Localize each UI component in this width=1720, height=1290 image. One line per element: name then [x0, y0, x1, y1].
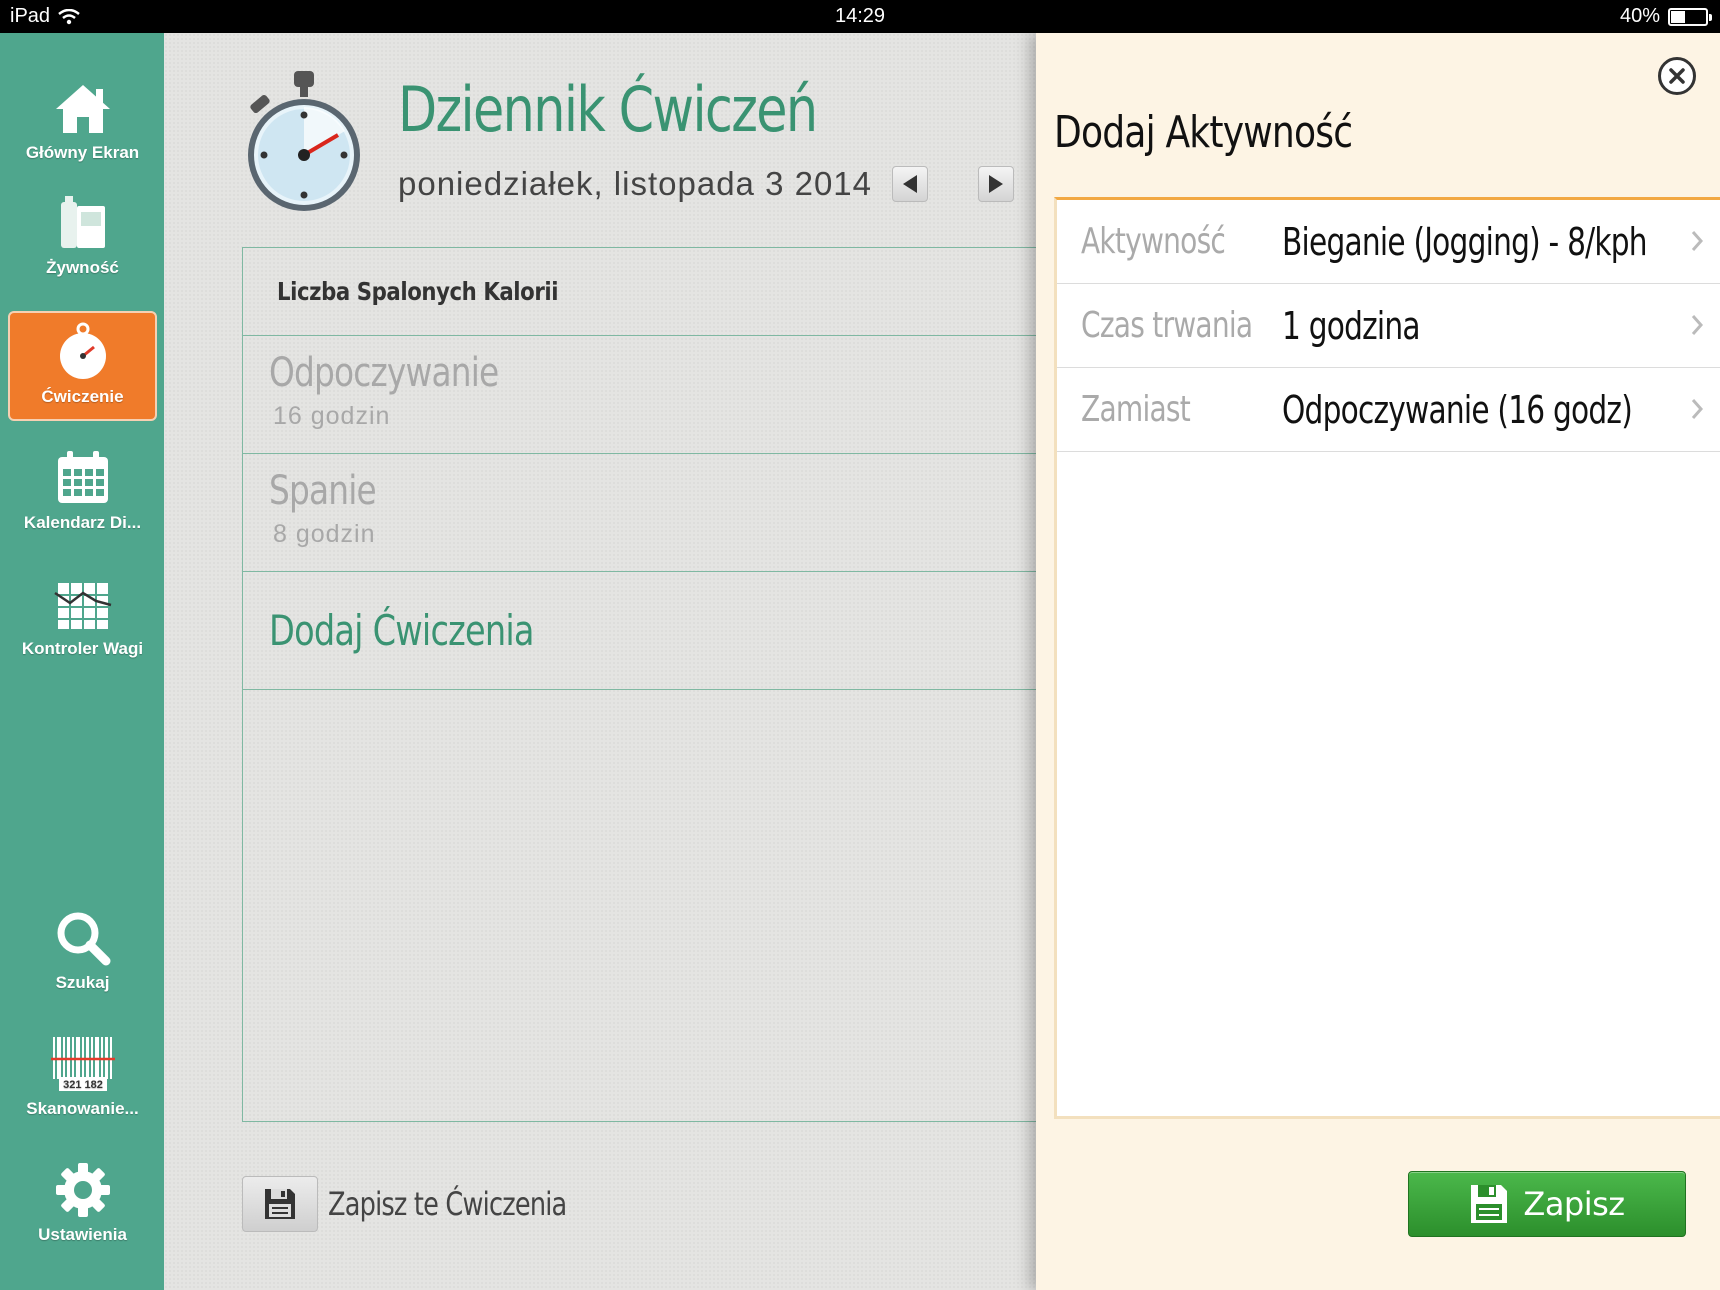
food-icon [60, 196, 105, 248]
chevron-left-icon [903, 175, 917, 193]
weight-chart-icon [53, 583, 111, 629]
sidebar-item-label: Szukaj [55, 973, 110, 992]
sidebar-item-label: Główny Ekran [25, 143, 140, 162]
stopwatch-icon [248, 71, 360, 211]
main-content: Dziennik Ćwiczeń poniedziałek, listopada… [164, 33, 1042, 1290]
sidebar-item-home[interactable]: Główny Ekran [8, 63, 157, 175]
page-date: poniedziałek, listopada 3 2014 [398, 165, 873, 202]
entry-title: Spanie [269, 468, 377, 514]
floppy-disk-icon [265, 1189, 295, 1219]
chevron-right-icon [1691, 399, 1704, 419]
status-right: 40% [1619, 5, 1712, 28]
calories-burned-header: Liczba Spalonych Kalorii [243, 248, 1042, 336]
calendar-icon [57, 451, 108, 503]
sidebar-item-scan[interactable]: 321 182 Skanowanie... [8, 1019, 157, 1131]
activity-row[interactable]: Aktywność Bieganie (Jogging) - 8/kph [1057, 200, 1720, 284]
battery-percent: 40% [1619, 5, 1660, 27]
status-time: 14:29 [834, 5, 886, 27]
barcode-icon: 321 182 [50, 1037, 115, 1091]
activity-label: Aktywność [1081, 221, 1226, 262]
instead-row[interactable]: Zamiast Odpoczywanie (16 godz) [1057, 368, 1720, 452]
chevron-right-icon [989, 175, 1003, 193]
save-button[interactable]: Zapisz [1408, 1171, 1686, 1237]
add-exercise-button[interactable]: Dodaj Ćwiczenia [243, 572, 1042, 690]
battery-icon [1668, 7, 1712, 26]
search-icon [57, 912, 110, 966]
calories-burned-label: Liczba Spalonych Kalorii [277, 277, 559, 306]
exercise-log: Liczba Spalonych Kalorii Odpoczywanie 16… [242, 247, 1042, 1122]
barcode-number: 321 182 [63, 1079, 103, 1091]
sidebar-item-label: Żywność [46, 258, 119, 277]
page-title: Dziennik Ćwiczeń [398, 73, 818, 146]
sidebar-item-settings[interactable]: Ustawienia [8, 1145, 157, 1257]
entry-title: Odpoczywanie [269, 350, 499, 396]
sidebar-item-weight[interactable]: Kontroler Wagi [8, 559, 157, 671]
home-icon [55, 85, 110, 133]
instead-label: Zamiast [1081, 389, 1191, 430]
sidebar-item-label: Kalendarz Di... [23, 513, 142, 532]
floppy-disk-icon [1471, 1185, 1508, 1223]
save-exercises-button[interactable]: Zapisz te Ćwiczenia [242, 1176, 626, 1232]
save-exercises-label: Zapisz te Ćwiczenia [328, 1185, 567, 1223]
entry-duration: 16 godzin [273, 402, 391, 430]
status-bar: iPad 14:29 40% [0, 0, 1720, 33]
duration-value: 1 godzina [1282, 303, 1421, 348]
instead-value: Odpoczywanie (16 godz) [1282, 387, 1633, 432]
add-exercise-label: Dodaj Ćwiczenia [269, 606, 534, 655]
sidebar-item-food[interactable]: Żywność [8, 178, 157, 290]
activity-form: Aktywność Bieganie (Jogging) - 8/kph Cza… [1054, 197, 1720, 1119]
stopwatch-icon [59, 322, 106, 379]
chevron-right-icon [1691, 315, 1704, 335]
save-label: Zapisz [1523, 1185, 1625, 1223]
entry-duration: 8 godzin [273, 520, 376, 548]
duration-row[interactable]: Czas trwania 1 godzina [1057, 284, 1720, 368]
sidebar-item-label: Kontroler Wagi [21, 639, 144, 658]
duration-label: Czas trwania [1081, 305, 1253, 346]
exercise-entry[interactable]: Odpoczywanie 16 godzin [243, 336, 1042, 454]
sidebar-item-exercise[interactable]: Ćwiczenie [8, 311, 157, 421]
previous-day-button[interactable] [892, 166, 928, 202]
close-icon [1669, 68, 1685, 84]
sidebar: Główny Ekran Żywność Ćwiczenie Kalendarz… [0, 33, 164, 1290]
exercise-entry[interactable]: Spanie 8 godzin [243, 454, 1042, 572]
panel-title: Dodaj Aktywność [1054, 107, 1353, 158]
gear-icon [55, 1163, 110, 1217]
sidebar-item-calendar[interactable]: Kalendarz Di... [8, 433, 157, 545]
sidebar-item-label: Ustawienia [38, 1225, 127, 1244]
close-button[interactable] [1658, 57, 1696, 95]
sidebar-item-label: Skanowanie... [26, 1099, 139, 1118]
activity-value: Bieganie (Jogging) - 8/kph [1282, 219, 1648, 264]
chevron-right-icon [1691, 231, 1704, 251]
save-button-frame [242, 1176, 318, 1232]
sidebar-item-label: Ćwiczenie [41, 387, 124, 406]
sidebar-item-search[interactable]: Szukaj [8, 893, 157, 1005]
add-activity-panel: Dodaj Aktywność Aktywność Bieganie (Jogg… [1036, 33, 1720, 1290]
next-day-button[interactable] [978, 166, 1014, 202]
